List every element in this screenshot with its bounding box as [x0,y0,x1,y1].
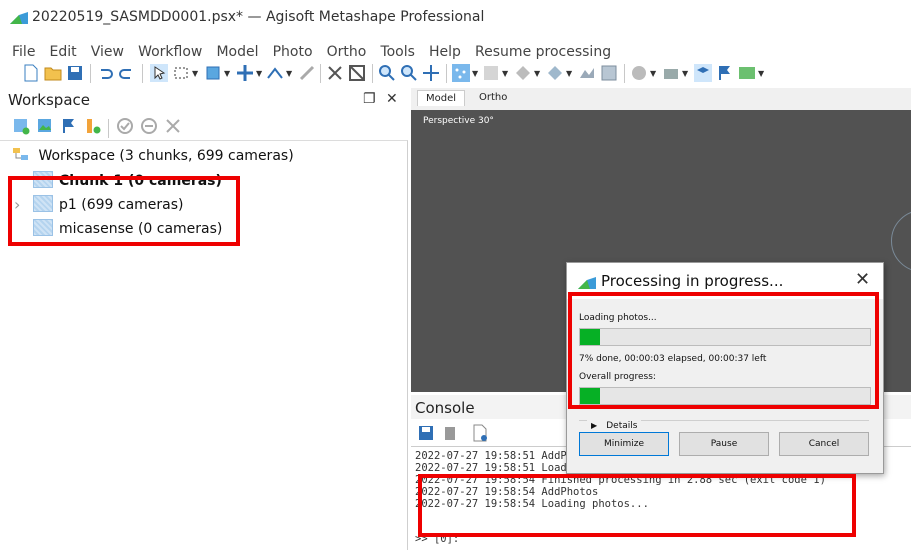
chevron-down-icon[interactable]: ▼ [566,69,572,78]
details-arrow-icon: ▶ [591,421,598,430]
cancel-button[interactable]: Cancel [779,432,869,456]
toolbar-separator [90,64,91,83]
add-scalebar-icon[interactable] [84,117,102,135]
metashape-logo-icon [10,12,28,24]
tab-model[interactable]: Model [417,90,466,106]
menu-file[interactable]: File [12,44,35,60]
undo-icon[interactable] [96,64,114,82]
close-panel-icon[interactable]: ✕ [386,91,398,107]
annotation-box-chunks [8,176,240,246]
pause-button[interactable]: Pause [679,432,769,456]
view-tabs: Model Ortho [411,88,911,110]
add-chunk-icon[interactable] [12,117,30,135]
zoom-in-icon[interactable] [378,64,396,82]
menu-workflow[interactable]: Workflow [138,44,202,60]
workspace-root[interactable]: Workspace (3 chunks, 699 cameras) [12,147,294,164]
chevron-down-icon[interactable]: ▼ [256,69,262,78]
chevron-down-icon[interactable]: ▼ [224,69,230,78]
dense-cloud-icon[interactable] [482,64,500,82]
details-label: Details [606,421,638,431]
show-cameras-icon[interactable] [694,64,712,82]
orthomosaic-icon[interactable] [600,64,618,82]
menu-ortho[interactable]: Ortho [327,44,367,60]
mesh-icon[interactable] [514,64,532,82]
new-document-icon[interactable] [22,64,40,82]
workspace-panel-header: Workspace ❐ ✕ [0,88,408,112]
move-object-icon[interactable] [236,64,254,82]
reset-view-icon[interactable] [422,64,440,82]
menu-view[interactable]: View [91,44,124,60]
show-images-icon[interactable] [738,64,756,82]
chevron-down-icon[interactable]: ▼ [472,69,478,78]
chevron-down-icon[interactable]: ▼ [502,69,508,78]
toolbar-separator [142,64,143,83]
rectangle-selection-icon[interactable] [172,64,190,82]
show-markers-icon[interactable] [716,64,734,82]
window-title: 20220519_SASMDD0001.psx* — Agisoft Metas… [32,9,485,25]
main-toolbar: ▼ ▼ ▼ ▼ ▼ ▼ ▼ ▼ ▼ ▼ ▼ [8,62,911,86]
add-photos-icon[interactable] [36,117,54,135]
toolbar-separator [320,64,321,83]
trackball-icon [891,210,911,272]
toolbar-separator [372,64,373,83]
chevron-down-icon[interactable]: ▼ [534,69,540,78]
open-folder-icon[interactable] [44,64,62,82]
enable-icon[interactable] [116,117,134,135]
menu-edit[interactable]: Edit [50,44,77,60]
minimize-button[interactable]: Minimize [579,432,669,456]
workspace-tree-icon [13,148,28,160]
point-cloud-icon[interactable] [452,64,470,82]
tiled-model-icon[interactable] [546,64,564,82]
menu-bar: File Edit View Workflow Model Photo Orth… [0,38,911,60]
menu-resume-processing[interactable]: Resume processing [475,44,611,60]
close-icon[interactable]: ✕ [855,269,870,290]
delete-selection-icon[interactable] [326,64,344,82]
toolbar-separator [446,64,447,83]
crop-selection-icon[interactable] [348,64,366,82]
workspace-root-label: Workspace (3 chunks, 699 cameras) [38,148,294,164]
ruler-icon[interactable] [266,64,284,82]
menu-tools[interactable]: Tools [380,44,415,60]
title-bar: 20220519_SASMDD0001.psx* — Agisoft Metas… [0,0,911,36]
chevron-down-icon[interactable]: ▼ [192,69,198,78]
toolbar-separator [624,64,625,83]
float-panel-icon[interactable]: ❐ [363,91,376,107]
chevron-down-icon[interactable]: ▼ [682,69,688,78]
move-region-icon[interactable] [204,64,222,82]
console-panel-title: Console [415,399,475,417]
workspace-toolbar [0,114,408,140]
chevron-down-icon[interactable]: ▼ [650,69,656,78]
add-marker-icon[interactable] [60,117,78,135]
dem-icon[interactable] [578,64,596,82]
run-script-icon[interactable] [471,424,489,442]
metashape-logo-icon [578,277,596,289]
camera-display-icon[interactable] [662,64,680,82]
save-log-icon[interactable] [417,424,435,442]
chevron-down-icon[interactable]: ▼ [286,69,292,78]
disable-icon[interactable] [140,117,158,135]
workspace-panel-title: Workspace [8,91,90,109]
menu-photo[interactable]: Photo [273,44,313,60]
annotation-box-progress [568,292,879,409]
menu-help[interactable]: Help [429,44,461,60]
tab-ortho[interactable]: Ortho [471,90,515,105]
redo-icon[interactable] [118,64,136,82]
draw-polyline-icon[interactable] [298,64,316,82]
projection-label: Perspective 30° [423,116,494,126]
menu-model[interactable]: Model [216,44,258,60]
clear-log-icon[interactable] [441,424,459,442]
annotation-box-log [418,474,856,537]
zoom-out-icon[interactable] [400,64,418,82]
save-icon[interactable] [66,64,84,82]
sphere-shading-icon[interactable] [630,64,648,82]
remove-items-icon[interactable] [164,117,182,135]
navigation-cursor-icon[interactable] [150,64,168,82]
chevron-down-icon[interactable]: ▼ [758,69,764,78]
details-toggle[interactable]: ▶ Details [587,413,642,432]
dialog-title: Processing in progress... [601,272,784,290]
toolbar-separator [108,119,109,138]
